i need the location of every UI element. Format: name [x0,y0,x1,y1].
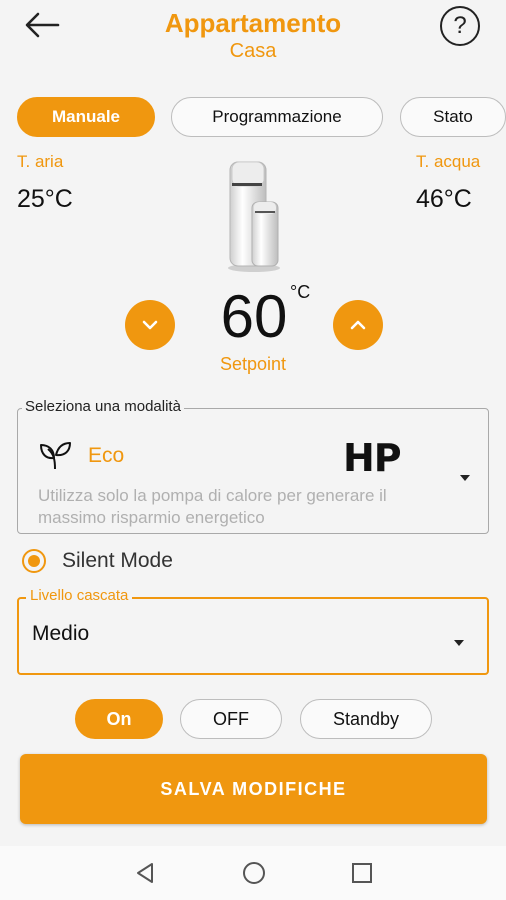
setpoint-increase-button[interactable] [333,300,383,350]
help-button[interactable]: ? [440,6,480,46]
page-subtitle: Casa [229,40,277,62]
mode-dropdown-arrow-icon[interactable] [458,470,472,481]
air-temp-value: 25°C [17,185,73,213]
mode-selector-legend: Seleziona una modalità [22,398,184,415]
water-heater-image [222,158,286,272]
cascade-level-value: Medio [32,622,90,645]
recents-square-icon[interactable] [349,860,375,886]
mode-name: Eco [88,444,125,467]
chevron-up-icon [350,320,366,330]
setpoint-unit: °C [290,282,311,302]
radio-selected-dot [28,555,40,567]
power-off-button[interactable]: OFF [180,699,282,739]
home-circle-icon[interactable] [241,860,267,886]
tab-manuale[interactable]: Manuale [17,97,155,137]
power-standby-button[interactable]: Standby [300,699,432,739]
silent-mode-radio[interactable] [22,549,46,573]
cascade-dropdown-arrow-icon[interactable] [452,635,466,646]
save-changes-button[interactable]: SALVA MODIFICHE [20,754,487,824]
back-triangle-icon[interactable] [132,860,158,886]
air-temp-label: T. aria [17,152,64,171]
tab-programmazione[interactable]: Programmazione [171,97,383,137]
power-on-button[interactable]: On [75,699,163,739]
silent-mode-label[interactable]: Silent Mode [62,549,173,573]
mode-description: Utilizza solo la pompa di calore per gen… [38,486,387,527]
page-title: Appartamento [164,8,342,38]
chevron-down-icon [142,320,158,330]
setpoint-decrease-button[interactable] [125,300,175,350]
setpoint-value: 60 [220,283,288,350]
cascade-level-legend: Livello cascata [26,587,133,604]
setpoint-label: Setpoint [219,354,287,374]
leaf-icon [38,440,72,470]
help-icon: ? [453,12,467,39]
water-temp-value: 46°C [416,185,472,213]
tab-stato[interactable]: Stato [400,97,506,137]
hp-badge: HP [343,436,402,480]
water-temp-label: T. acqua [416,152,481,171]
